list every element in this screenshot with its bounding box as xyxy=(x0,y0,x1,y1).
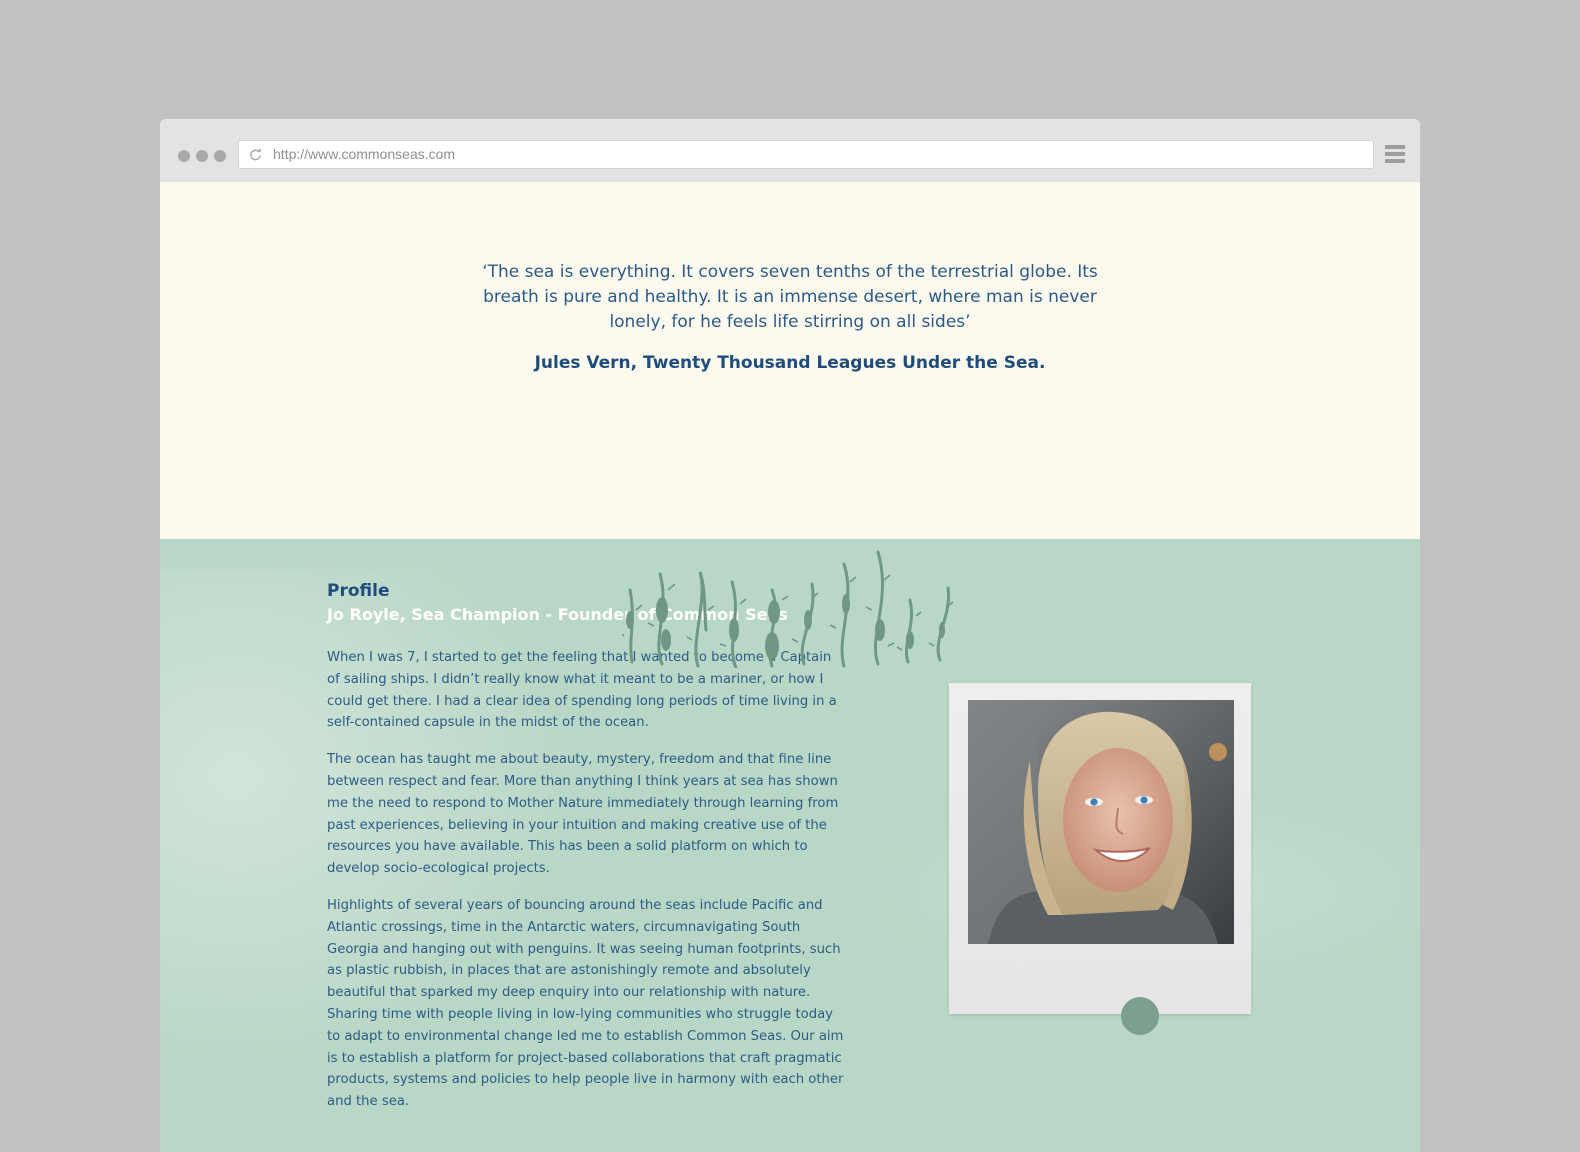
portrait-photo xyxy=(968,700,1234,944)
reload-icon[interactable] xyxy=(249,148,262,161)
bio-paragraph: Highlights of several years of bouncing … xyxy=(327,897,844,1110)
quote-section: ‘The sea is everything. It covers seven … xyxy=(160,182,1420,539)
bio-paragraph: The ocean has taught me about beauty, my… xyxy=(327,752,839,877)
window-controls xyxy=(178,150,226,162)
maximize-window-dot[interactable] xyxy=(214,150,226,162)
browser-toolbar: http://www.commonseas.com xyxy=(160,119,1420,182)
seaweed-illustration xyxy=(622,550,954,668)
quote-attribution: Jules Vern, Twenty Thousand Leagues Unde… xyxy=(534,353,1046,373)
profile-bio: When I was 7, I started to get the feeli… xyxy=(327,647,847,1128)
url-text: http://www.commonseas.com xyxy=(273,146,456,162)
pin-button[interactable] xyxy=(1121,997,1159,1035)
profile-heading: Profile xyxy=(327,581,390,601)
minimize-window-dot[interactable] xyxy=(196,150,208,162)
photo-frame xyxy=(949,683,1251,1014)
address-bar[interactable]: http://www.commonseas.com xyxy=(238,140,1374,169)
close-window-dot[interactable] xyxy=(178,150,190,162)
hamburger-menu-icon[interactable] xyxy=(1385,145,1405,164)
browser-window: http://www.commonseas.com ‘The sea is ev… xyxy=(160,119,1420,1152)
quote-text: ‘The sea is everything. It covers seven … xyxy=(482,262,1098,332)
